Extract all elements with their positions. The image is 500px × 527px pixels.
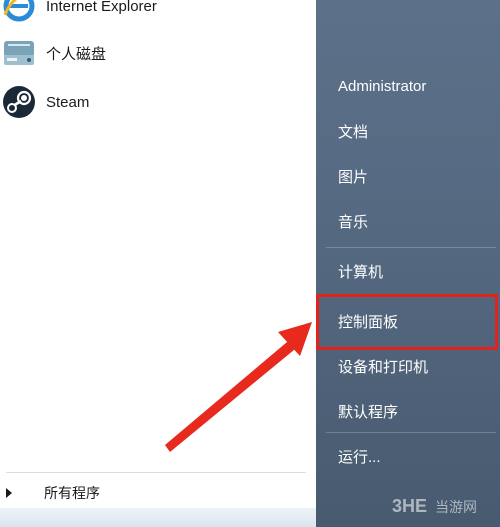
program-label: 个人磁盘 bbox=[46, 45, 107, 63]
places-item-default-programs[interactable]: 默认程序 bbox=[316, 391, 500, 431]
internet-explorer-icon bbox=[0, 0, 38, 25]
places-item-computer[interactable]: 计算机 bbox=[316, 251, 500, 291]
places-label: 音乐 bbox=[338, 213, 369, 231]
all-programs-item[interactable]: 所有程序 bbox=[0, 478, 316, 508]
program-label: Internet Explorer bbox=[46, 0, 157, 15]
places-panel: Administrator 文档 图片 音乐 计算机 控制面板 设备和打印机 默… bbox=[316, 0, 500, 527]
places-item-run[interactable]: 运行... bbox=[316, 436, 500, 476]
program-personal-disk[interactable]: 个人磁盘 bbox=[0, 31, 300, 75]
places-label: 计算机 bbox=[338, 263, 384, 281]
program-internet-explorer[interactable]: Internet Explorer bbox=[0, 0, 300, 28]
places-item-music[interactable]: 音乐 bbox=[316, 201, 500, 241]
program-label: Steam bbox=[46, 93, 90, 111]
places-item-devices-printers[interactable]: 设备和打印机 bbox=[316, 346, 500, 386]
divider bbox=[326, 432, 496, 433]
places-label: 运行... bbox=[338, 448, 381, 466]
program-steam[interactable]: Steam bbox=[0, 80, 300, 124]
places-label: 设备和打印机 bbox=[338, 358, 429, 376]
program-list: Internet Explorer 个人磁盘 Steam 所有程序 bbox=[0, 0, 316, 527]
highlight-box bbox=[316, 294, 498, 350]
watermark-logo: 3HE bbox=[392, 496, 428, 516]
places-item-documents[interactable]: 文档 bbox=[316, 111, 500, 151]
steam-icon bbox=[0, 83, 38, 121]
triangle-right-icon bbox=[6, 488, 12, 498]
places-item-administrator[interactable]: Administrator bbox=[316, 66, 500, 106]
search-area bbox=[0, 508, 316, 527]
places-label: 图片 bbox=[338, 168, 369, 186]
watermark-text: 当游网 bbox=[435, 498, 478, 515]
divider bbox=[6, 472, 306, 473]
places-label: Administrator bbox=[338, 77, 427, 95]
disk-icon bbox=[0, 34, 38, 72]
watermark: 3HE 当游网 bbox=[392, 496, 477, 517]
divider bbox=[326, 247, 496, 248]
places-item-pictures[interactable]: 图片 bbox=[316, 156, 500, 196]
places-label: 默认程序 bbox=[338, 403, 399, 421]
all-programs-label: 所有程序 bbox=[44, 485, 100, 501]
places-label: 文档 bbox=[338, 123, 369, 141]
